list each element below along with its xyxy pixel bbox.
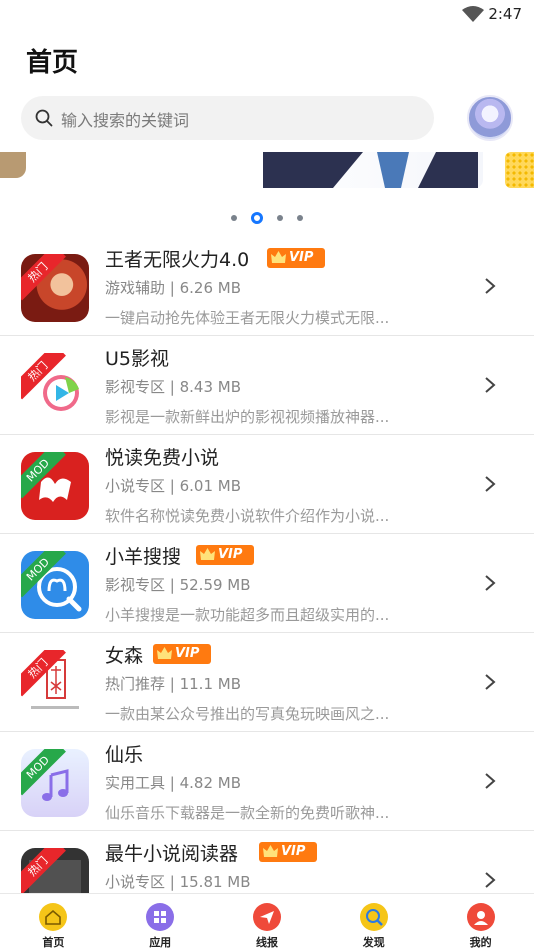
home-icon bbox=[39, 903, 68, 931]
hot-badge: 热门 bbox=[21, 254, 66, 301]
app-meta: 实用工具 | 4.82 MB bbox=[105, 774, 241, 792]
list-item[interactable]: 热门 最牛小说阅读器 VIP 小说专区 | 15.81 MB bbox=[0, 831, 534, 893]
app-description: 一款由某公众号推出的写真兔玩映画风之... bbox=[105, 705, 390, 723]
app-icon: 热门 bbox=[21, 650, 89, 718]
app-name: 王者无限火力4.0 bbox=[105, 249, 250, 271]
carousel-dot bbox=[297, 215, 303, 221]
list-item[interactable]: MOD 仙乐 实用工具 | 4.82 MB 仙乐音乐下载器是一款全新的免费听歌神… bbox=[0, 732, 534, 831]
app-meta: 小说专区 | 6.01 MB bbox=[105, 477, 241, 495]
app-icon: MOD bbox=[21, 749, 89, 817]
app-description: 仙乐音乐下载器是一款全新的免费听歌神... bbox=[105, 804, 390, 822]
vip-badge: VIP bbox=[259, 842, 317, 862]
vip-badge: VIP bbox=[196, 545, 254, 565]
tab-discover[interactable]: 发现 bbox=[320, 894, 427, 949]
chevron-right-icon[interactable] bbox=[484, 376, 496, 394]
send-icon bbox=[252, 903, 281, 931]
carousel-dot bbox=[231, 215, 237, 221]
search-input[interactable]: 输入搜索的关键词 bbox=[21, 96, 434, 140]
app-description: 软件名称悦读免费小说软件介绍作为小说... bbox=[105, 507, 390, 525]
app-meta: 影视专区 | 52.59 MB bbox=[105, 576, 251, 594]
search-placeholder: 输入搜索的关键词 bbox=[61, 111, 190, 130]
tab-label: 应用 bbox=[149, 936, 172, 949]
chevron-right-icon[interactable] bbox=[484, 673, 496, 691]
avatar[interactable] bbox=[467, 95, 513, 141]
carousel-dot bbox=[277, 215, 283, 221]
tab-apps[interactable]: 应用 bbox=[107, 894, 214, 949]
vip-badge: VIP bbox=[153, 644, 211, 664]
list-item[interactable]: 热门 女森 VIP 热门推荐 | 11.1 MB 一款由某公众号推出的写真兔玩映… bbox=[0, 633, 534, 732]
app-icon: MOD bbox=[21, 551, 89, 619]
app-name: 小羊搜搜 bbox=[105, 546, 182, 568]
app-icon: MOD bbox=[21, 452, 89, 520]
crown-icon bbox=[200, 548, 215, 560]
banner-carousel[interactable] bbox=[0, 152, 534, 190]
chevron-right-icon[interactable] bbox=[484, 772, 496, 790]
status-time: 2:47 bbox=[488, 5, 522, 23]
vip-badge: VIP bbox=[267, 248, 325, 268]
chevron-right-icon[interactable] bbox=[484, 871, 496, 889]
app-icon: 热门 bbox=[21, 848, 89, 893]
carousel-dot-active bbox=[251, 212, 263, 224]
tab-news[interactable]: 线报 bbox=[214, 894, 321, 949]
discover-icon bbox=[359, 903, 388, 931]
status-bar: 2:47 bbox=[0, 0, 534, 30]
tab-label: 首页 bbox=[42, 936, 65, 949]
app-icon: 热门 bbox=[21, 254, 89, 322]
chevron-right-icon[interactable] bbox=[484, 475, 496, 493]
app-meta: 小说专区 | 15.81 MB bbox=[105, 873, 251, 891]
app-list[interactable]: 热门 王者无限火力4.0 VIP 游戏辅助 | 6.26 MB 一键启动抢先体验… bbox=[0, 237, 534, 893]
app-meta: 影视专区 | 8.43 MB bbox=[105, 378, 241, 396]
chevron-right-icon[interactable] bbox=[484, 574, 496, 592]
app-meta: 游戏辅助 | 6.26 MB bbox=[105, 279, 241, 297]
list-item[interactable]: 热门 王者无限火力4.0 VIP 游戏辅助 | 6.26 MB 一键启动抢先体验… bbox=[0, 237, 534, 336]
app-name: U5影视 bbox=[105, 348, 169, 370]
app-meta: 热门推荐 | 11.1 MB bbox=[105, 675, 241, 693]
app-description: 小羊搜搜是一款功能超多而且超级实用的... bbox=[105, 606, 390, 624]
app-name: 最牛小说阅读器 bbox=[105, 843, 239, 865]
banner-image[interactable] bbox=[263, 152, 483, 188]
tab-profile[interactable]: 我的 bbox=[427, 894, 534, 949]
crown-icon bbox=[263, 845, 278, 857]
app-name: 女森 bbox=[105, 645, 144, 667]
tab-home[interactable]: 首页 bbox=[0, 894, 107, 949]
wifi-icon bbox=[462, 6, 484, 22]
page-title: 首页 bbox=[26, 48, 79, 78]
tab-label: 线报 bbox=[255, 936, 278, 949]
chevron-right-icon[interactable] bbox=[484, 277, 496, 295]
crown-icon bbox=[271, 251, 286, 263]
app-icon: 热门 bbox=[21, 353, 89, 421]
app-name: 悦读免费小说 bbox=[105, 447, 220, 469]
app-description: 影视是一款新鲜出炉的影视视频播放神器... bbox=[105, 408, 390, 426]
app-name: 仙乐 bbox=[105, 744, 144, 766]
carousel-indicator bbox=[0, 212, 534, 224]
list-item[interactable]: MOD 悦读免费小说 小说专区 | 6.01 MB 软件名称悦读免费小说软件介绍… bbox=[0, 435, 534, 534]
search-icon bbox=[35, 109, 53, 127]
app-description: 一键启动抢先体验王者无限火力模式无限... bbox=[105, 309, 390, 327]
bottom-tab-bar: 首页 应用 线报 发现 我的 bbox=[0, 893, 534, 949]
profile-icon bbox=[466, 903, 495, 931]
apps-icon bbox=[146, 903, 175, 931]
crown-icon bbox=[157, 647, 172, 659]
banner-prev-slide bbox=[0, 152, 26, 178]
list-item[interactable]: 热门 U5影视 影视专区 | 8.43 MB 影视是一款新鲜出炉的影视视频播放神… bbox=[0, 336, 534, 435]
banner-next-slide bbox=[505, 152, 534, 188]
tab-label: 发现 bbox=[362, 936, 385, 949]
tab-label: 我的 bbox=[469, 936, 492, 949]
list-item[interactable]: MOD 小羊搜搜 VIP 影视专区 | 52.59 MB 小羊搜搜是一款功能超多… bbox=[0, 534, 534, 633]
